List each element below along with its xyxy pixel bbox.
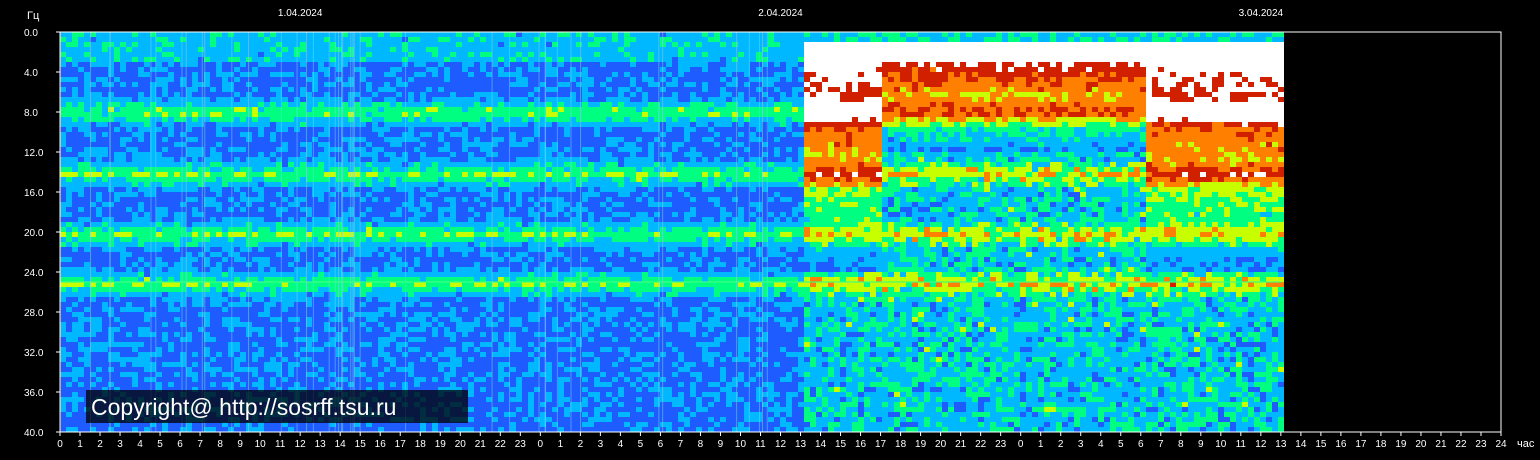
x-tick-label: 15 <box>835 439 847 450</box>
x-tick-label: 7 <box>197 439 203 450</box>
x-tick-label: 9 <box>718 439 724 450</box>
x-tick-label: 11 <box>755 439 766 450</box>
x-tick-label: 3 <box>1078 439 1084 450</box>
x-tick-label: 18 <box>415 439 427 450</box>
x-tick-label: 22 <box>1455 439 1467 450</box>
x-tick-label: 16 <box>855 439 867 450</box>
date-label: 3.04.2024 <box>1239 8 1284 19</box>
x-tick-label: 7 <box>678 439 684 450</box>
x-tick-label: 23 <box>515 439 527 450</box>
x-tick-label: 18 <box>1375 439 1387 450</box>
x-tick-label: 5 <box>1118 439 1124 450</box>
y-tick-label: 32.0 <box>24 348 44 359</box>
x-tick-label: 6 <box>658 439 664 450</box>
x-tick-label: 23 <box>995 439 1007 450</box>
x-tick-label: 23 <box>1475 439 1487 450</box>
x-tick-label: 8 <box>217 439 223 450</box>
x-tick-label: 12 <box>775 439 787 450</box>
x-tick-label: 5 <box>157 439 163 450</box>
spectrogram-heatmap <box>60 32 1284 432</box>
x-tick-label: 20 <box>1415 439 1427 450</box>
y-tick-label: 12.0 <box>24 148 44 159</box>
x-tick-label: 15 <box>355 439 367 450</box>
x-tick-label: 0 <box>538 439 544 450</box>
x-tick-label: 14 <box>335 439 347 450</box>
x-tick-label: 3 <box>598 439 604 450</box>
x-tick-label: 20 <box>455 439 467 450</box>
x-tick-label: 4 <box>618 439 624 450</box>
x-tick-label: 13 <box>1275 439 1287 450</box>
date-label: 1.04.2024 <box>278 8 323 19</box>
y-tick-label: 0.0 <box>24 28 38 39</box>
x-tick-label: 18 <box>895 439 907 450</box>
x-tick-label: 2 <box>1058 439 1064 450</box>
x-tick-label: 21 <box>475 439 487 450</box>
x-tick-label: 19 <box>915 439 927 450</box>
x-tick-label: 14 <box>815 439 827 450</box>
x-tick-label: 17 <box>1355 439 1367 450</box>
y-tick-label: 8.0 <box>24 108 38 119</box>
y-axis-unit: Гц <box>27 10 40 22</box>
x-tick-label: 16 <box>1335 439 1347 450</box>
x-tick-label: 11 <box>275 439 286 450</box>
x-tick-label: 16 <box>375 439 387 450</box>
x-tick-label: 9 <box>1198 439 1204 450</box>
x-tick-label: 22 <box>975 439 987 450</box>
x-tick-label: 10 <box>735 439 747 450</box>
x-tick-label: 8 <box>1178 439 1184 450</box>
x-tick-label: 9 <box>237 439 243 450</box>
x-tick-label: 1 <box>558 439 564 450</box>
y-tick-label: 24.0 <box>24 268 44 279</box>
spectrogram-chart: Гц 1.04.2024 2.04.2024 3.04.2024 0.0 4.0 8.0… <box>0 0 1540 460</box>
x-tick-label: 15 <box>1315 439 1327 450</box>
x-tick-label: 10 <box>255 439 267 450</box>
x-tick-label: 2 <box>578 439 584 450</box>
x-tick-label: 4 <box>137 439 143 450</box>
x-tick-label: 19 <box>435 439 447 450</box>
copyright-watermark: Copyright@ http://sosrff.tsu.ru <box>91 394 396 420</box>
x-tick-label: 0 <box>57 439 63 450</box>
x-axis-unit: час <box>1517 438 1535 450</box>
x-tick-label: 17 <box>395 439 407 450</box>
x-tick-label: 11 <box>1236 439 1247 450</box>
y-tick-label: 36.0 <box>24 388 44 399</box>
x-tick-label: 7 <box>1158 439 1164 450</box>
x-tick-label: 12 <box>295 439 307 450</box>
x-tick-label: 12 <box>1255 439 1267 450</box>
x-tick-label: 13 <box>795 439 807 450</box>
x-tick-label: 20 <box>935 439 947 450</box>
x-tick-label: 4 <box>1098 439 1104 450</box>
y-tick-label: 20.0 <box>24 228 44 239</box>
x-tick-label: 17 <box>875 439 887 450</box>
y-tick-label: 40.0 <box>24 428 44 439</box>
date-label: 2.04.2024 <box>758 8 803 19</box>
x-tick-label: 21 <box>955 439 967 450</box>
x-tick-label: 14 <box>1295 439 1307 450</box>
x-tick-label: 1 <box>77 439 83 450</box>
y-tick-label: 28.0 <box>24 308 44 319</box>
x-tick-label: 10 <box>1215 439 1227 450</box>
x-tick-label: 6 <box>177 439 183 450</box>
x-tick-label: 3 <box>117 439 123 450</box>
x-tick-label: 2 <box>97 439 103 450</box>
y-tick-label: 16.0 <box>24 188 44 199</box>
x-tick-label: 21 <box>1435 439 1447 450</box>
y-tick-label: 4.0 <box>24 68 38 79</box>
x-tick-label: 13 <box>315 439 327 450</box>
x-tick-label: 0 <box>1018 439 1024 450</box>
x-tick-label: 24 <box>1495 439 1507 450</box>
x-tick-label: 8 <box>698 439 704 450</box>
x-tick-label: 22 <box>495 439 507 450</box>
x-tick-label: 19 <box>1395 439 1407 450</box>
plot-area <box>60 32 1284 432</box>
x-tick-label: 5 <box>638 439 644 450</box>
x-tick-label: 1 <box>1038 439 1044 450</box>
x-tick-label: 6 <box>1138 439 1144 450</box>
